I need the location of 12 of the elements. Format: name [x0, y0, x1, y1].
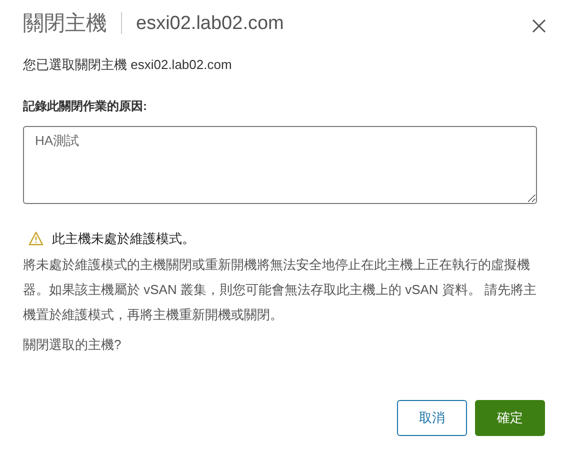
warning-icon — [28, 231, 44, 246]
warning-title: 此主機未處於維護模式。 — [52, 230, 195, 248]
close-icon[interactable] — [532, 19, 546, 33]
warning-text: 將未處於維護模式的主機關閉或重新開機將無法安全地停止在此主機上正在執行的虛擬機器。如果該主機屬於 vSAN 叢集，則您可能會無法存取此主機上的 vSAN 資料。 請先將主機置於維護模式，再將主機重新開機或關閉。 — [23, 256, 538, 324]
reason-label: 記錄此關閉作業的原因: — [23, 98, 148, 114]
dialog-title: 關閉主機 — [23, 12, 107, 34]
intro-text: 您已選取關閉主機 esxi02.lab02.com — [23, 56, 233, 74]
reason-field[interactable]: HA測試 — [23, 126, 537, 204]
confirm-question: 關閉選取的主機? — [23, 336, 122, 354]
host-name: esxi02.lab02.com — [136, 14, 284, 32]
confirm-button[interactable]: 確定 — [475, 400, 545, 436]
cancel-button[interactable]: 取消 — [397, 400, 467, 436]
